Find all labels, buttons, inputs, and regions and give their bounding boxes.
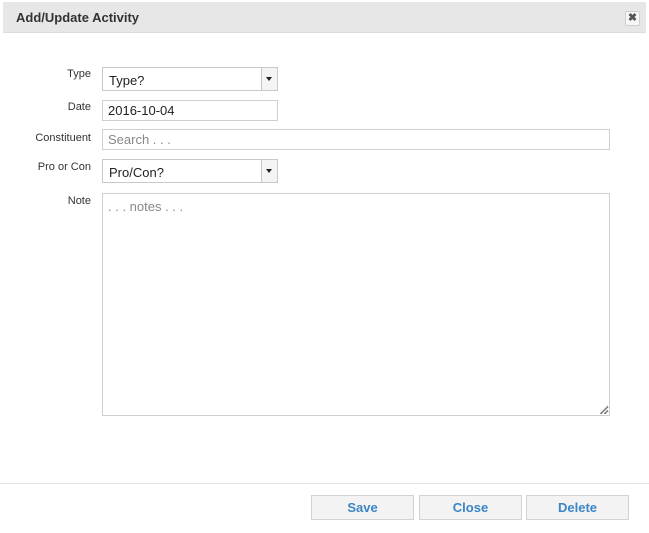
constituent-search-input[interactable]	[102, 129, 610, 150]
type-select-value: Type?	[109, 73, 145, 88]
add-update-activity-dialog: Add/Update Activity ✖ Type Type? Date Co…	[0, 0, 649, 533]
date-field[interactable]	[102, 100, 278, 121]
type-label: Type	[67, 68, 91, 80]
date-label: Date	[67, 101, 91, 113]
delete-button[interactable]: Delete	[526, 495, 629, 520]
close-button[interactable]: Close	[419, 495, 522, 520]
pro-con-label: Pro or Con	[37, 161, 91, 173]
footer-divider	[0, 483, 649, 484]
pro-con-select[interactable]: Pro/Con?	[102, 159, 278, 183]
save-button[interactable]: Save	[311, 495, 414, 520]
note-textarea[interactable]	[102, 193, 610, 416]
dialog-title: Add/Update Activity	[16, 10, 140, 25]
chevron-down-icon[interactable]	[261, 68, 277, 90]
chevron-down-icon[interactable]	[261, 160, 277, 182]
type-select[interactable]: Type?	[102, 67, 278, 91]
close-icon[interactable]: ✖	[625, 11, 640, 26]
constituent-label: Constituent	[35, 132, 91, 144]
dialog-titlebar[interactable]: Add/Update Activity ✖	[3, 2, 646, 33]
note-label: Note	[67, 195, 91, 207]
pro-con-select-value: Pro/Con?	[109, 165, 164, 180]
